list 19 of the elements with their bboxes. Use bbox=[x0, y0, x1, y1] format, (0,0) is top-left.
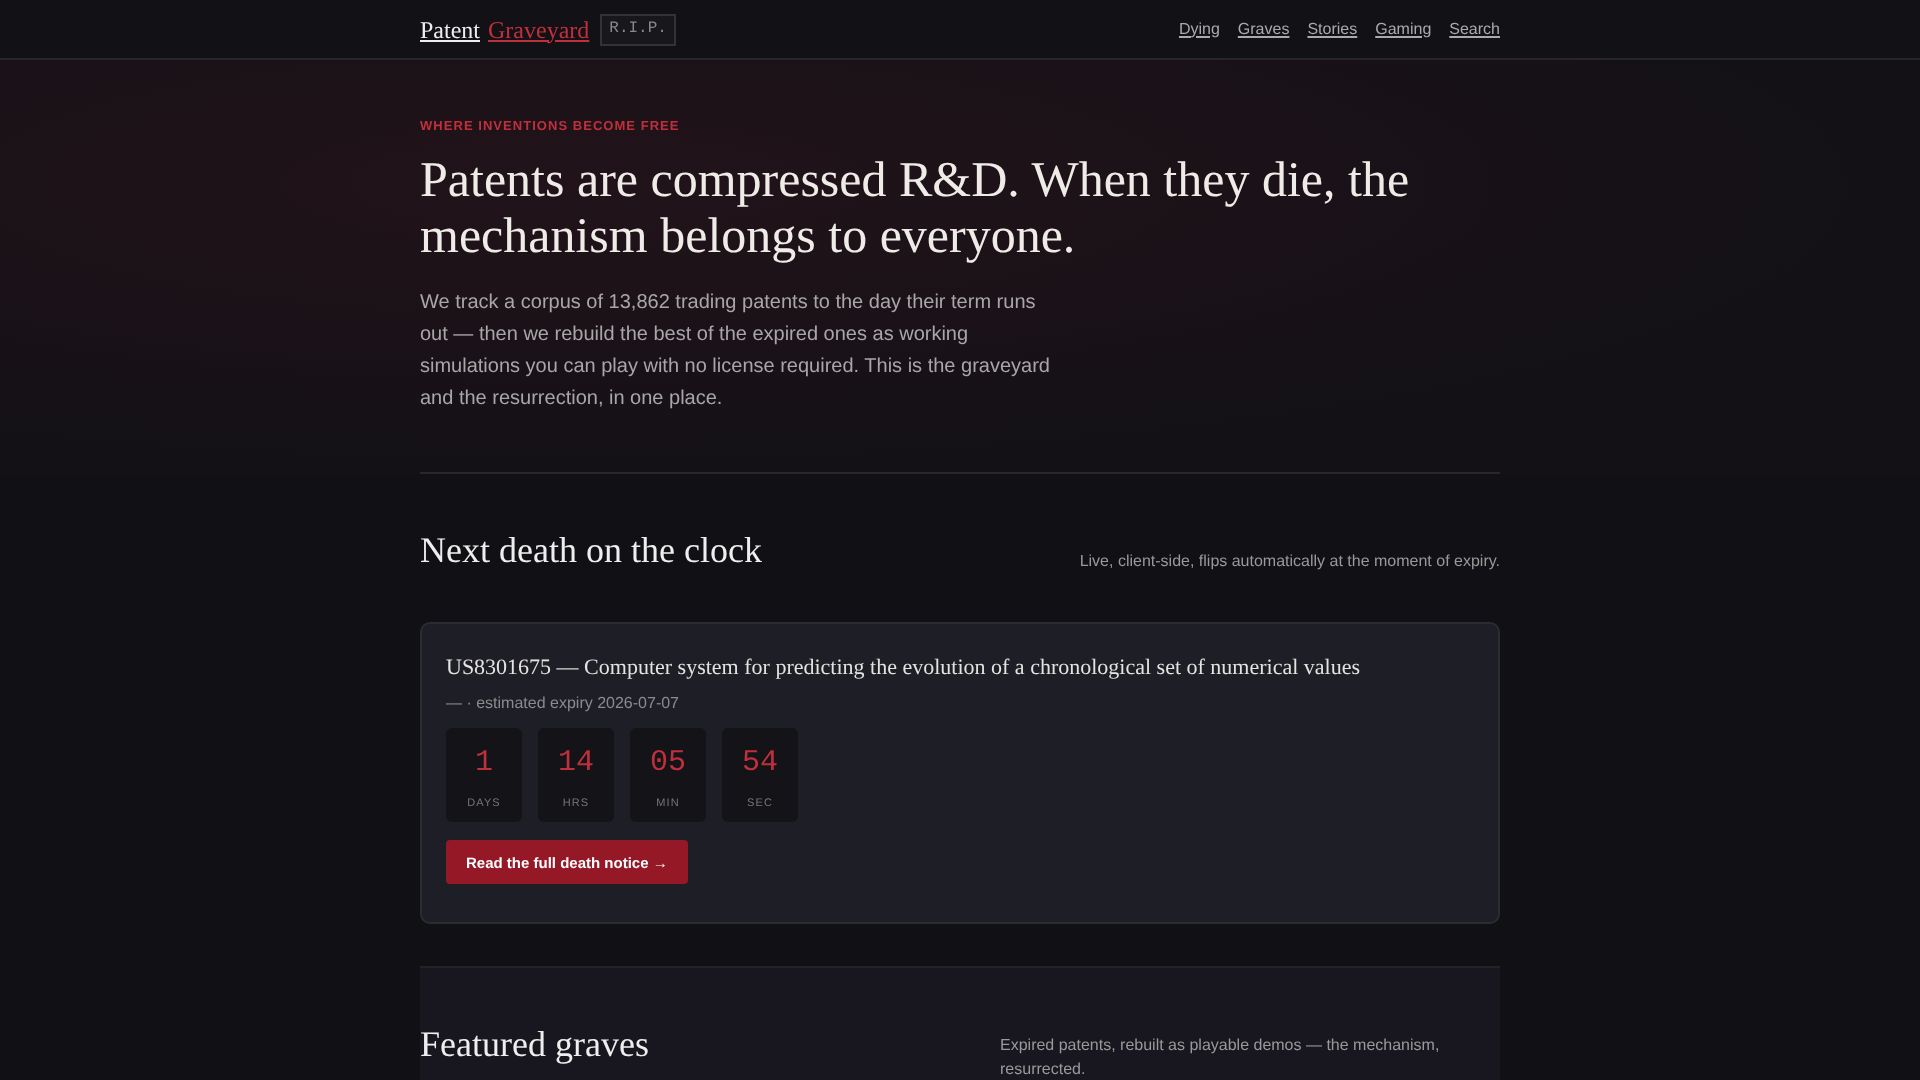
nav-link[interactable]: Search bbox=[1449, 17, 1500, 41]
section-note: Expired patents, rebuilt as playable demos — the mechanism, resurrected. bbox=[1000, 1033, 1442, 1080]
hero-text: We track a corpus of 13,862 trading patents to the day their term runs out — then we rebuild the best of the expired ones as working simulations you can play with no license required. This is the graveyard and the resurrection, in one place. bbox=[420, 289, 1050, 414]
hero-title: Patents are compressed R&D. When they die, the mechanism belongs to everyone. bbox=[420, 153, 1412, 266]
countdown-value: 54 bbox=[741, 744, 778, 785]
nav-link[interactable]: Graves bbox=[1237, 17, 1290, 41]
nav-link[interactable]: Gaming bbox=[1375, 17, 1432, 41]
section-note: Live, client-side, flips automatically at the moment of expiry. bbox=[1079, 549, 1500, 574]
brand-link[interactable]: Patent bbox=[420, 11, 480, 47]
nav-link[interactable]: Dying bbox=[1178, 17, 1220, 41]
countdown-value: 1 bbox=[474, 744, 493, 785]
countdown-value: 05 bbox=[649, 744, 686, 785]
brand-badge: R.I.P. bbox=[599, 13, 677, 45]
section-title: Featured graves bbox=[420, 1021, 649, 1068]
countdown-value: 14 bbox=[557, 744, 594, 785]
expiry-text: — · estimated expiry 2026-07-07 bbox=[446, 692, 681, 717]
nav-link[interactable]: Stories bbox=[1307, 17, 1358, 41]
patent-title: US8301675 — Computer system for predicting the evolution of a chronological set of numerical values bbox=[446, 653, 1363, 684]
section-title: Next death on the clock bbox=[420, 527, 762, 574]
